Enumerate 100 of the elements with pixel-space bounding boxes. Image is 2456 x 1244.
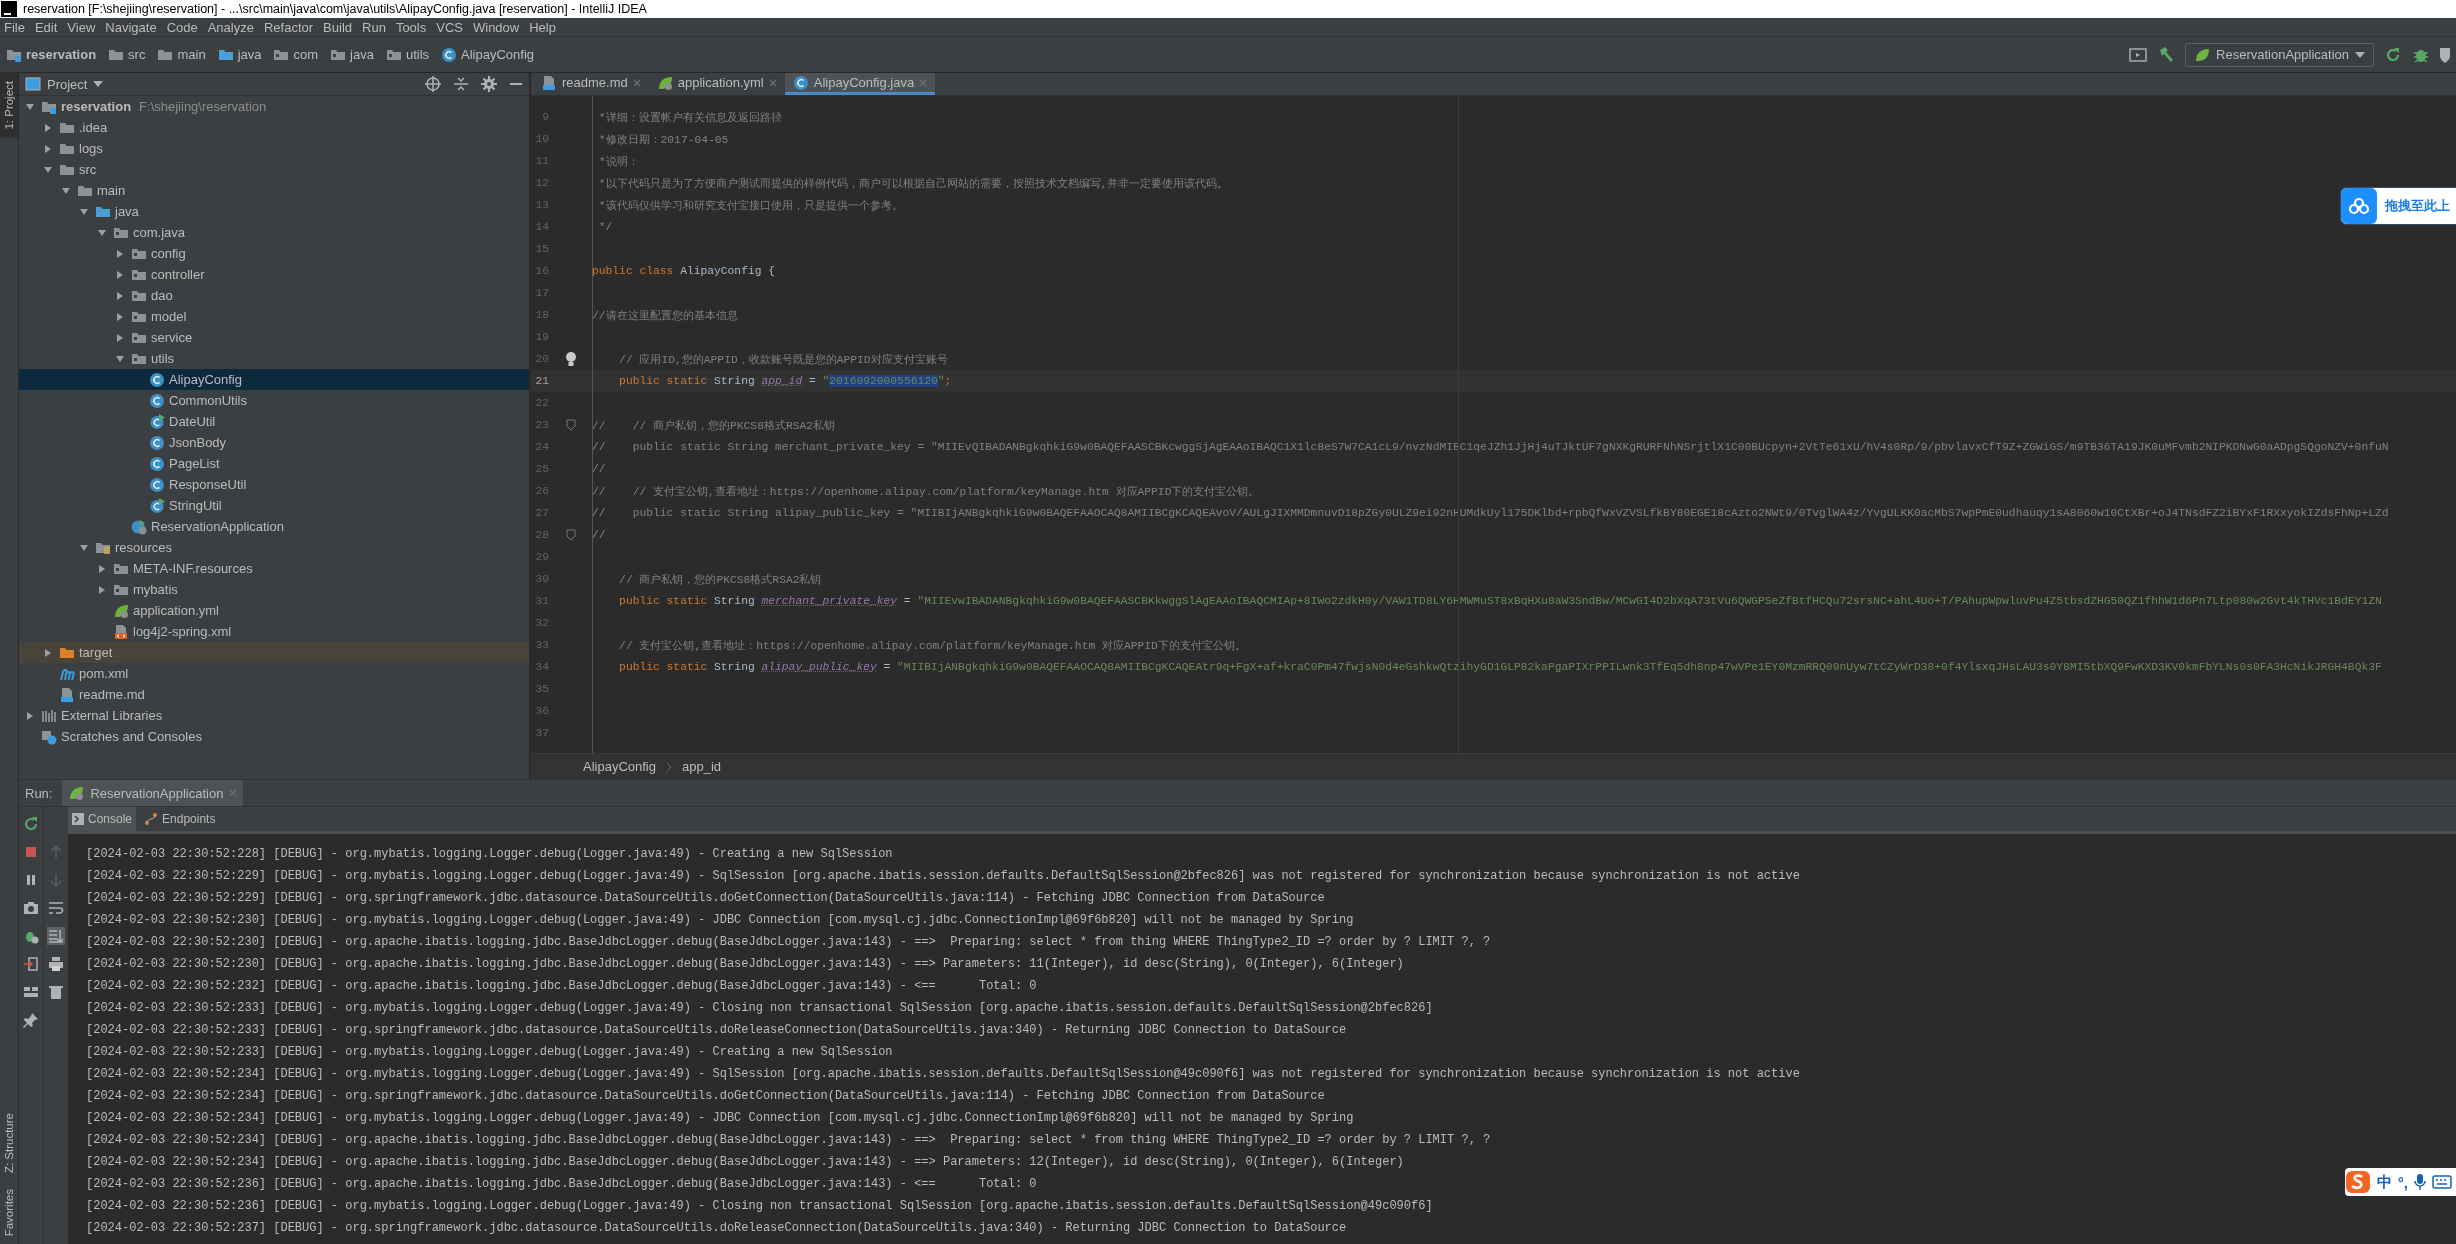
shield-icon[interactable] <box>2440 45 2450 64</box>
rerun-icon[interactable] <box>23 816 39 832</box>
console-tab[interactable]: Console <box>68 807 137 831</box>
tree-item[interactable]: readme.md <box>19 684 529 705</box>
tree-item[interactable]: logs <box>19 138 529 159</box>
tree-item[interactable]: pom.xml <box>19 663 529 684</box>
tree-item[interactable]: src <box>19 159 529 180</box>
fold-icon[interactable] <box>565 529 576 541</box>
tree-item[interactable]: model <box>19 306 529 327</box>
collapsed-arrow-icon[interactable] <box>116 312 124 321</box>
menu-item[interactable]: Code <box>166 19 198 35</box>
editor-tab[interactable]: readme.md <box>533 73 649 95</box>
tree-item[interactable]: com.java <box>19 222 529 243</box>
tree-item[interactable]: JsonBody <box>19 432 529 453</box>
tree-item[interactable]: resources <box>19 537 529 558</box>
breadcrumb-item[interactable]: src <box>108 46 146 63</box>
camera-icon[interactable] <box>23 900 39 916</box>
tree-item[interactable]: service <box>19 327 529 348</box>
tree-item[interactable]: controller <box>19 264 529 285</box>
breadcrumb-item[interactable]: AlipayConfig <box>441 46 535 63</box>
collapsed-arrow-icon[interactable] <box>26 711 34 720</box>
menu-item[interactable]: Tools <box>395 19 427 35</box>
breadcrumb-item[interactable]: com <box>273 46 319 63</box>
tree-item[interactable]: utils <box>19 348 529 369</box>
wrap-icon[interactable] <box>48 900 64 916</box>
tree-item[interactable]: ReservationApplication <box>19 516 529 537</box>
fold-icon[interactable] <box>565 419 576 431</box>
collapsed-arrow-icon[interactable] <box>98 564 106 573</box>
tree-item[interactable]: dao <box>19 285 529 306</box>
menu-item[interactable]: View <box>67 19 96 35</box>
expanded-arrow-icon[interactable] <box>62 186 70 195</box>
tool-window-button[interactable]: Favorites <box>0 1180 18 1244</box>
ime-mode[interactable]: 中 <box>2376 1172 2392 1192</box>
breadcrumb-item[interactable]: java <box>217 46 262 63</box>
tree-item[interactable]: config <box>19 243 529 264</box>
run-tab[interactable]: ReservationApplication <box>62 780 244 806</box>
settings-icon[interactable] <box>481 76 497 92</box>
expanded-arrow-icon[interactable] <box>44 165 52 174</box>
collapsed-arrow-icon[interactable] <box>44 144 52 153</box>
menu-item[interactable]: Run <box>362 19 386 35</box>
console-tab[interactable]: Endpoints <box>140 807 220 831</box>
keyboard-icon[interactable] <box>2432 1175 2452 1189</box>
upload-widget[interactable]: 拖拽至此上 <box>2341 188 2456 224</box>
breadcrumb-item[interactable]: AlipayConfig <box>583 759 656 774</box>
menu-item[interactable]: VCS <box>436 19 463 35</box>
tool-window-button[interactable]: Z: Structure <box>0 1104 18 1181</box>
tree-item[interactable]: DateUtil <box>19 411 529 432</box>
tree-item[interactable]: ResponseUtil <box>19 474 529 495</box>
menu-item[interactable]: Analyze <box>207 19 254 35</box>
menu-item[interactable]: Build <box>323 19 352 35</box>
tool-window-button[interactable]: 1: Project <box>0 73 18 138</box>
collapsed-arrow-icon[interactable] <box>116 249 124 258</box>
close-icon[interactable] <box>768 78 777 87</box>
tree-item[interactable]: External Libraries <box>19 705 529 726</box>
tree-item[interactable]: PageList <box>19 453 529 474</box>
editor-tab[interactable]: AlipayConfig.java <box>784 73 936 95</box>
breadcrumb-item[interactable]: main <box>157 46 206 63</box>
collapsed-arrow-icon[interactable] <box>44 123 52 132</box>
tree-item[interactable]: StringUtil <box>19 495 529 516</box>
menu-item[interactable]: Window <box>472 19 520 35</box>
breadcrumb-item[interactable]: app_id <box>682 759 722 774</box>
breadcrumb-item[interactable]: utils <box>385 46 430 63</box>
breadcrumb-item[interactable]: reservation <box>6 46 97 63</box>
run-configuration-dropdown[interactable]: ReservationApplication <box>2185 42 2374 67</box>
print-icon[interactable] <box>48 956 64 972</box>
expanded-arrow-icon[interactable] <box>80 543 88 552</box>
pin-icon[interactable] <box>23 1012 39 1028</box>
panel-title[interactable]: Project <box>47 76 88 92</box>
collapsed-arrow-icon[interactable] <box>98 585 106 594</box>
tree-item[interactable]: mybatis <box>19 579 529 600</box>
expanded-arrow-icon[interactable] <box>26 102 34 111</box>
menu-item[interactable]: Refactor <box>263 19 314 35</box>
tree-item[interactable]: Scratches and Consoles <box>19 726 529 747</box>
collapsed-arrow-icon[interactable] <box>44 648 52 657</box>
menu-item[interactable]: File <box>4 19 25 35</box>
layout-icon[interactable] <box>2129 46 2148 63</box>
stop-icon[interactable] <box>23 844 39 860</box>
collapsed-arrow-icon[interactable] <box>116 291 124 300</box>
editor-tab[interactable]: application.yml <box>648 73 785 95</box>
tree-item[interactable]: META-INF.resources <box>19 558 529 579</box>
tree-item[interactable]: reservation F:\shejiing\reservation <box>19 96 529 117</box>
breadcrumb-item[interactable]: java <box>330 46 374 63</box>
tree-item[interactable]: CommonUtils <box>19 390 529 411</box>
tree-item[interactable]: java <box>19 201 529 222</box>
scroll-to-end-icon[interactable] <box>48 928 64 944</box>
menu-item[interactable]: Edit <box>34 19 58 35</box>
tree-item[interactable]: .idea <box>19 117 529 138</box>
exit-icon[interactable] <box>23 956 39 972</box>
expanded-arrow-icon[interactable] <box>80 207 88 216</box>
rerun-icon[interactable] <box>2384 45 2402 64</box>
layout-icon[interactable] <box>23 984 39 1000</box>
lightbulb-icon[interactable] <box>564 351 577 367</box>
collapse-icon[interactable] <box>453 76 469 92</box>
punctuation-mode[interactable]: °, <box>2397 1173 2408 1191</box>
caret-icon[interactable] <box>93 81 104 87</box>
trash-icon[interactable] <box>48 984 64 1000</box>
tree-item[interactable]: AlipayConfig <box>19 369 529 390</box>
collapsed-arrow-icon[interactable] <box>116 270 124 279</box>
menu-item[interactable]: Navigate <box>105 19 157 35</box>
tree-item[interactable]: target <box>19 642 529 663</box>
